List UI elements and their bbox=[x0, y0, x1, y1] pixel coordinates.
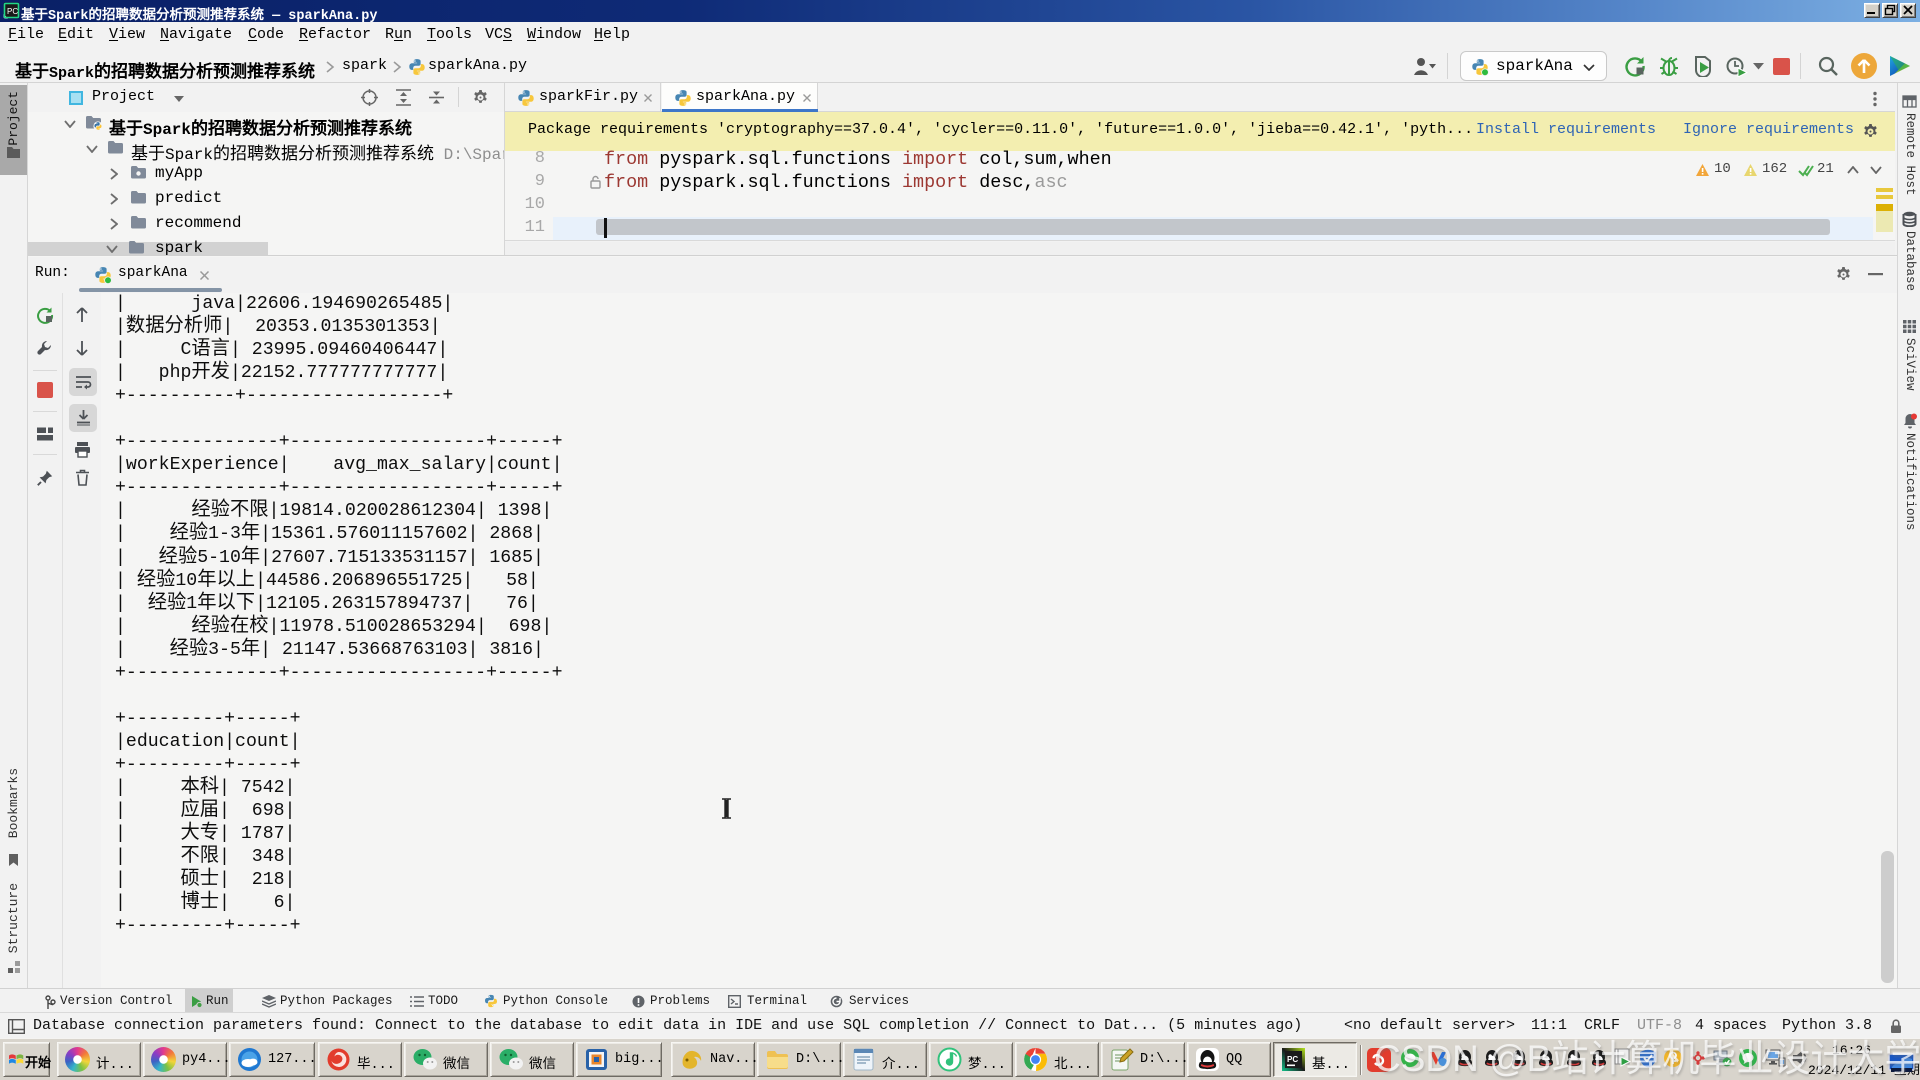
svg-text:PC: PC bbox=[7, 7, 18, 16]
svg-text:PC: PC bbox=[1287, 1055, 1298, 1064]
